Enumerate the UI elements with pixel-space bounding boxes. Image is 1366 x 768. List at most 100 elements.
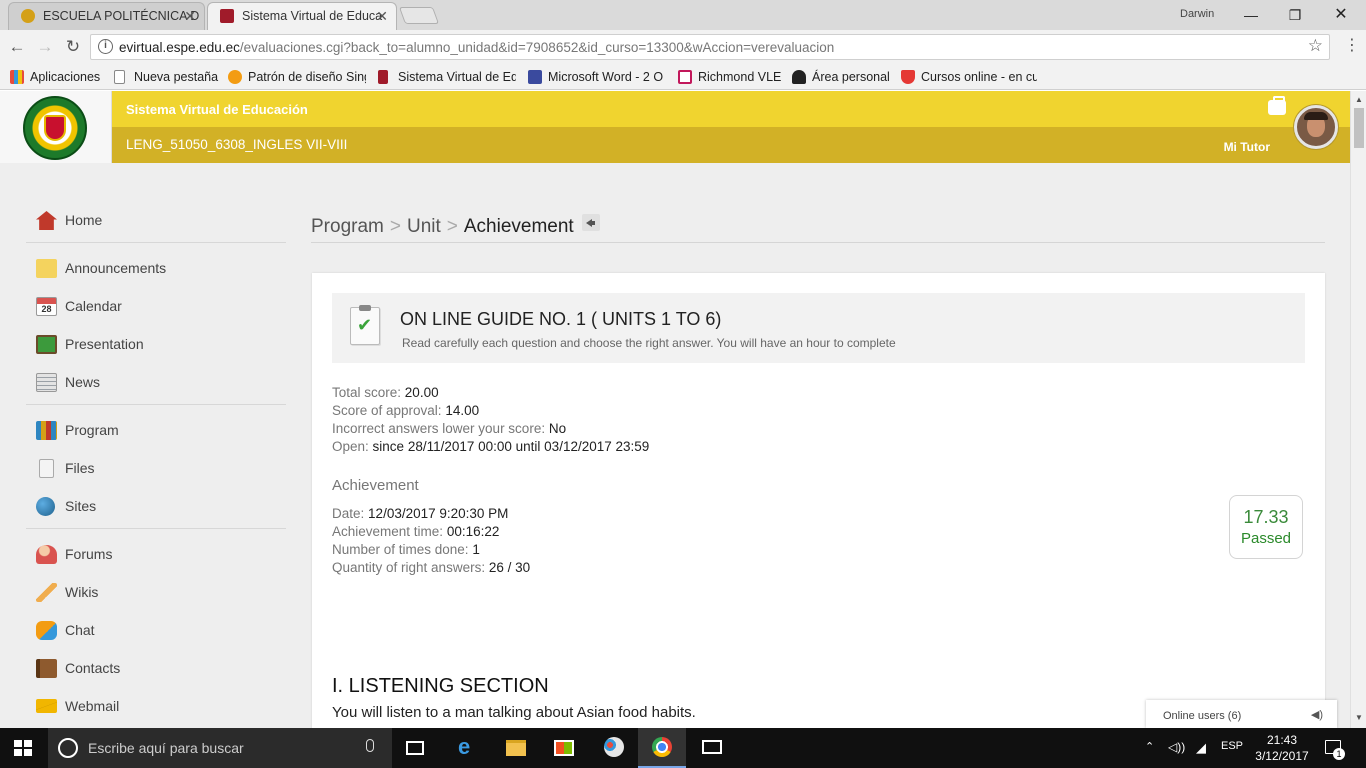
breadcrumb-unit[interactable]: Unit bbox=[407, 216, 441, 237]
sidebar-item-contacts[interactable]: Contacts bbox=[26, 649, 286, 687]
presentation-icon bbox=[36, 335, 57, 354]
browser-toolbar: ← → ↻ i evirtual.espe.edu.ec/evaluacione… bbox=[0, 30, 1366, 64]
tab-espe[interactable]: ESCUELA POLITÉCNICA D ✕ bbox=[8, 2, 205, 30]
sidebar-item-wikis[interactable]: Wikis bbox=[26, 573, 286, 611]
address-book-icon bbox=[36, 659, 57, 678]
sidebar-item-home[interactable]: Home bbox=[26, 201, 286, 239]
breadcrumb-current: Achievement bbox=[463, 216, 574, 237]
bookmark-item[interactable]: Patrón de diseño Sing bbox=[226, 68, 366, 86]
achievement-row: Number of times done: 1 bbox=[332, 542, 480, 557]
tab-sistema-virtual[interactable]: Sistema Virtual de Educa ✕ bbox=[207, 2, 397, 30]
scrollbar-thumb[interactable] bbox=[1354, 108, 1364, 148]
evaluation-description: Read carefully each question and choose … bbox=[402, 336, 896, 350]
sticky-note-icon bbox=[36, 259, 57, 278]
taskbar-search[interactable]: Escribe aquí para buscar bbox=[48, 728, 392, 768]
tab-title: Sistema Virtual de Educa bbox=[242, 9, 383, 23]
sidebar-item-announcements[interactable]: Announcements bbox=[26, 249, 286, 287]
envelope-icon bbox=[36, 699, 57, 713]
sidebar-item-news[interactable]: News bbox=[26, 363, 286, 401]
bookmark-item[interactable]: Richmond VLE bbox=[676, 68, 786, 86]
bookmark-item[interactable]: Área personal bbox=[790, 68, 894, 86]
language-indicator[interactable]: ESP bbox=[1221, 740, 1243, 752]
back-arrow-icon[interactable]: ← bbox=[4, 34, 30, 60]
taskbar-app-chrome[interactable] bbox=[638, 728, 686, 768]
taskbar-app-store[interactable] bbox=[540, 728, 588, 768]
minimize-icon[interactable]: — bbox=[1236, 4, 1266, 26]
breadcrumb-program[interactable]: Program bbox=[311, 216, 384, 237]
close-icon[interactable]: ✕ bbox=[376, 3, 388, 29]
cortana-icon[interactable] bbox=[58, 738, 78, 758]
home-icon bbox=[36, 211, 57, 230]
windows-start-icon[interactable] bbox=[14, 740, 32, 756]
microphone-icon[interactable] bbox=[366, 739, 374, 752]
sidebar-item-presentation[interactable]: Presentation bbox=[26, 325, 286, 363]
clock-time: 21:43 bbox=[1266, 733, 1298, 747]
info-icon[interactable]: i bbox=[98, 39, 113, 54]
task-view-button[interactable] bbox=[392, 728, 440, 768]
achievement-row: Date: 12/03/2017 9:20:30 PM bbox=[332, 506, 509, 521]
url-text[interactable]: evirtual.espe.edu.ec/evaluaciones.cgi?ba… bbox=[119, 40, 834, 55]
task-view-icon bbox=[406, 741, 424, 755]
tutor-label[interactable]: Mi Tutor bbox=[1224, 140, 1270, 154]
volume-icon[interactable]: ◁)) bbox=[1168, 740, 1185, 754]
sidebar-item-forums[interactable]: Forums bbox=[26, 535, 286, 573]
chevron-up-icon[interactable]: ⌃ bbox=[1145, 740, 1154, 753]
browser-menu-icon[interactable]: ⋮ bbox=[1344, 36, 1360, 56]
binders-icon bbox=[36, 421, 57, 440]
online-users-widget[interactable]: Online users (6) ◀) bbox=[1146, 700, 1337, 728]
detail-row: Open: since 28/11/2017 00:00 until 03/12… bbox=[332, 439, 650, 454]
briefcase-icon[interactable] bbox=[1268, 96, 1286, 115]
taskbar-app-mail[interactable] bbox=[688, 728, 736, 768]
online-users-label: Online users (6) bbox=[1163, 710, 1242, 722]
avatar[interactable] bbox=[1294, 105, 1338, 149]
notification-count: 1 bbox=[1333, 748, 1345, 760]
paint-icon bbox=[604, 737, 624, 757]
forward-arrow-icon[interactable]: → bbox=[32, 34, 58, 60]
espe-logo[interactable] bbox=[0, 91, 112, 163]
network-icon[interactable]: ◢ bbox=[1196, 740, 1206, 756]
section-description: You will listen to a man talking about A… bbox=[332, 704, 696, 721]
taskbar-app-paint[interactable] bbox=[590, 728, 638, 768]
graduate-icon bbox=[792, 70, 806, 84]
globe-icon bbox=[36, 497, 55, 516]
sidebar-item-program[interactable]: Program bbox=[26, 411, 286, 449]
newspaper-icon bbox=[36, 373, 57, 392]
divider bbox=[26, 528, 286, 529]
sidebar-item-sites[interactable]: Sites bbox=[26, 487, 286, 525]
address-bar[interactable]: i evirtual.espe.edu.ec/evaluaciones.cgi?… bbox=[90, 34, 1330, 60]
site-title[interactable]: Sistema Virtual de Educación bbox=[126, 102, 308, 117]
window-close-icon[interactable]: ✕ bbox=[1326, 4, 1356, 26]
page-scrollbar[interactable]: ▲ ▼ bbox=[1350, 91, 1366, 728]
sidebar-item-webmail[interactable]: Webmail bbox=[26, 687, 286, 725]
search-placeholder[interactable]: Escribe aquí para buscar bbox=[88, 740, 244, 756]
sidebar-item-files[interactable]: Files bbox=[26, 449, 286, 487]
file-icon bbox=[39, 459, 54, 478]
scroll-down-icon[interactable]: ▼ bbox=[1355, 713, 1363, 722]
close-icon[interactable]: ✕ bbox=[184, 3, 196, 29]
reload-icon[interactable]: ↻ bbox=[60, 34, 86, 60]
bookmark-item[interactable]: Microsoft Word - 2 O bbox=[526, 68, 666, 86]
store-icon bbox=[554, 740, 574, 756]
speaker-icon[interactable]: ◀) bbox=[1311, 708, 1323, 721]
profile-name[interactable]: Darwin bbox=[1180, 8, 1214, 20]
restore-icon[interactable]: ❐ bbox=[1280, 4, 1310, 26]
taskbar-app-edge[interactable]: e bbox=[444, 728, 492, 768]
taskbar-app-explorer[interactable] bbox=[492, 728, 540, 768]
clock[interactable]: 21:43 3/12/2017 bbox=[1252, 732, 1312, 764]
sidebar-item-calendar[interactable]: 28 Calendar bbox=[26, 287, 286, 325]
course-name[interactable]: LENG_51050_6308_INGLES VII-VIII bbox=[126, 137, 347, 152]
scroll-up-icon[interactable]: ▲ bbox=[1355, 95, 1363, 104]
divider bbox=[26, 242, 286, 243]
bookmark-item[interactable]: Aplicaciones bbox=[8, 68, 108, 86]
bookmark-item[interactable]: Cursos online - en cu bbox=[899, 68, 1037, 86]
back-icon[interactable] bbox=[581, 214, 600, 231]
bookmark-star-icon[interactable]: ☆ bbox=[1308, 36, 1323, 56]
sidebar-item-chat[interactable]: Chat bbox=[26, 611, 286, 649]
sidebar: Home Announcements 28 Calendar Presentat… bbox=[26, 201, 286, 728]
building-icon bbox=[528, 70, 542, 84]
achievement-heading: Achievement bbox=[332, 477, 419, 494]
bookmark-item[interactable]: Nueva pestaña bbox=[112, 68, 220, 86]
new-tab-button[interactable] bbox=[398, 7, 440, 24]
bookmark-item[interactable]: Sistema Virtual de Ed bbox=[376, 68, 516, 86]
achievement-details: Date: 12/03/2017 9:20:30 PM Achievement … bbox=[332, 505, 530, 577]
